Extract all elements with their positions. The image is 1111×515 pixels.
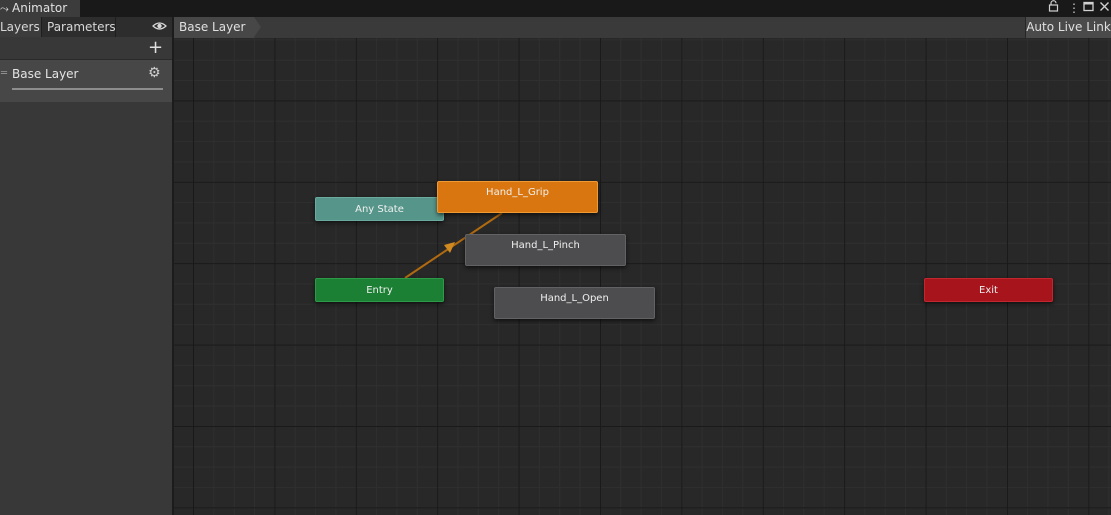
layers-toolbar: +	[0, 37, 172, 60]
panel-tab-bar: Layers Parameters	[0, 17, 172, 37]
drag-handle-icon[interactable]: ═	[1, 68, 7, 79]
state-machine-graph[interactable]	[174, 38, 1111, 515]
state-entry[interactable]: Entry	[315, 278, 444, 302]
animator-window-tab[interactable]: ⤳ Animator	[0, 0, 80, 17]
breadcrumb-arrow	[254, 17, 261, 37]
animator-icon: ⤳	[0, 2, 9, 15]
state-hand-l-open[interactable]: Hand_L_Open	[494, 287, 655, 319]
breadcrumb[interactable]: Base Layer	[174, 17, 254, 38]
window-title-bar	[0, 0, 1111, 17]
window-title: Animator	[12, 1, 68, 15]
lock-icon[interactable]	[1048, 0, 1059, 16]
layer-name: Base Layer	[12, 67, 79, 81]
gear-icon[interactable]: ⚙	[148, 65, 161, 81]
plus-icon[interactable]: +	[148, 37, 163, 59]
state-hand-l-grip[interactable]: Hand_L_Grip	[437, 181, 598, 213]
layer-item-base-layer[interactable]: ═ Base Layer ⚙	[0, 60, 172, 102]
state-hand-l-pinch[interactable]: Hand_L_Pinch	[465, 234, 626, 266]
breadcrumb-bar: Base Layer	[174, 17, 1111, 39]
eye-icon[interactable]	[152, 17, 167, 37]
state-any-state[interactable]: Any State	[315, 197, 444, 221]
kebab-menu-icon[interactable]: ⋮	[1068, 0, 1080, 16]
tab-parameters[interactable]: Parameters	[43, 17, 116, 37]
auto-live-link-button[interactable]: Auto Live Link	[1025, 17, 1111, 38]
tab-layers[interactable]: Layers	[0, 17, 42, 37]
maximize-icon[interactable]	[1083, 0, 1094, 16]
close-icon[interactable]	[1099, 0, 1110, 16]
state-exit[interactable]: Exit	[924, 278, 1053, 302]
layer-weight-bar	[12, 88, 163, 90]
